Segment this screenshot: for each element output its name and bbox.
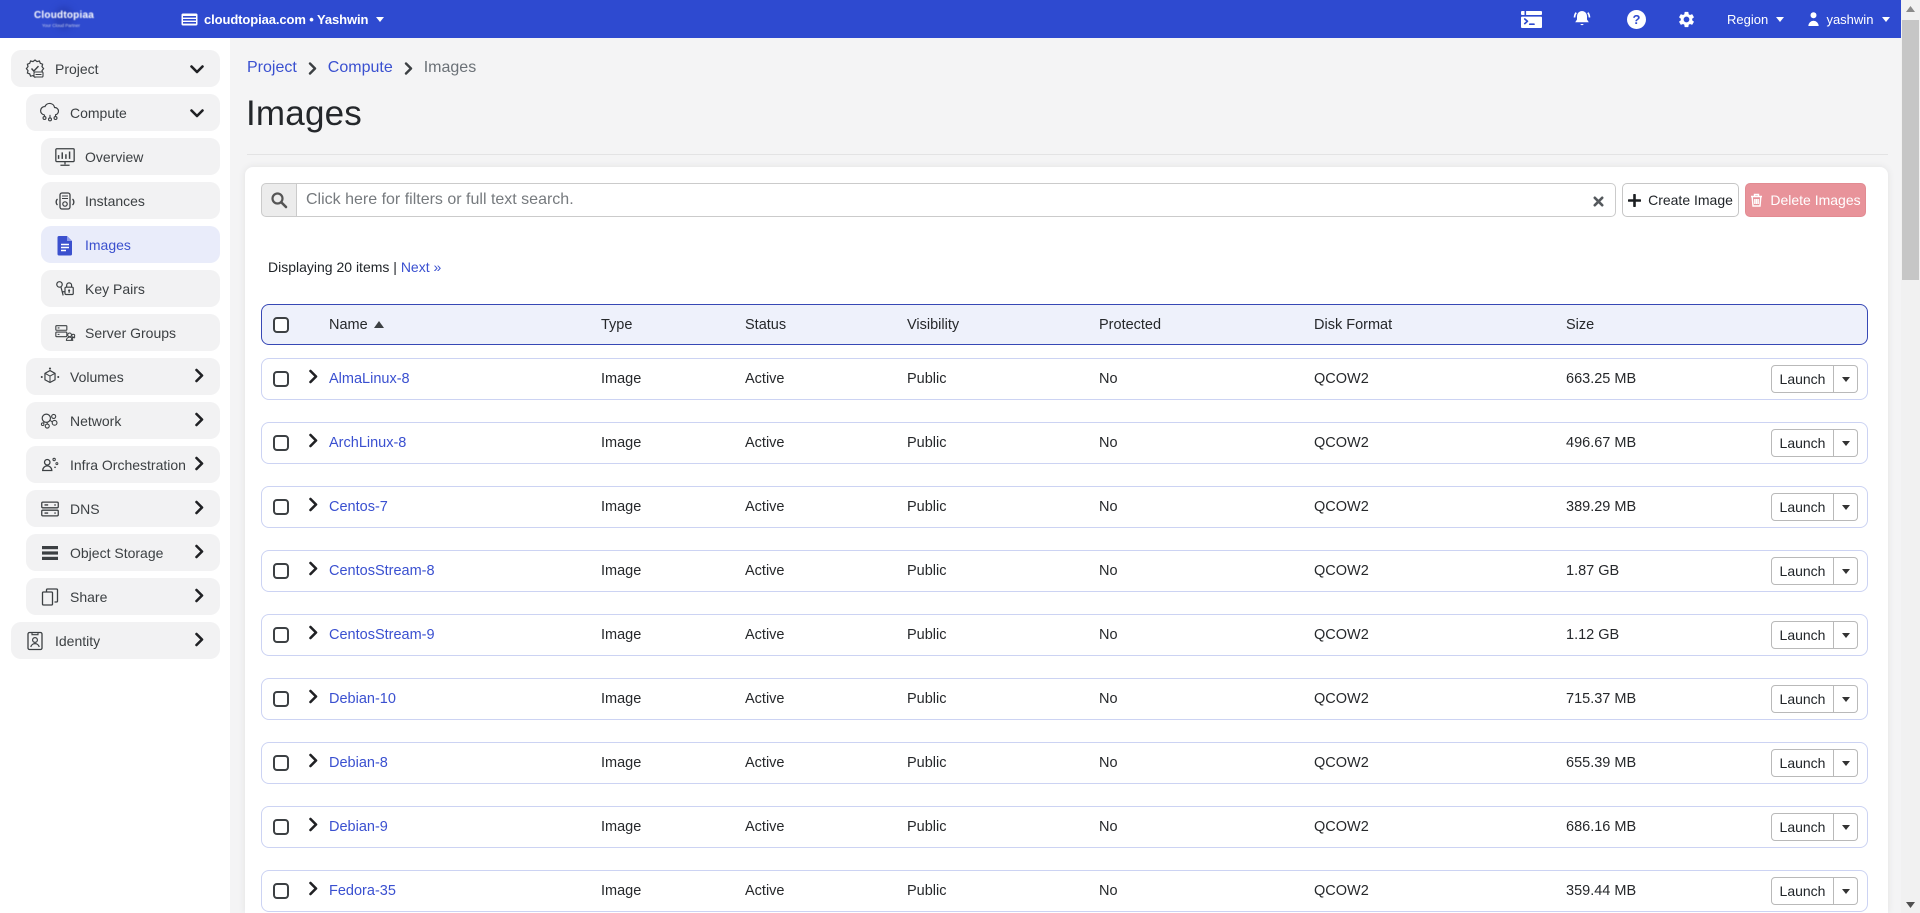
svg-text:?: ? [1633,12,1641,27]
